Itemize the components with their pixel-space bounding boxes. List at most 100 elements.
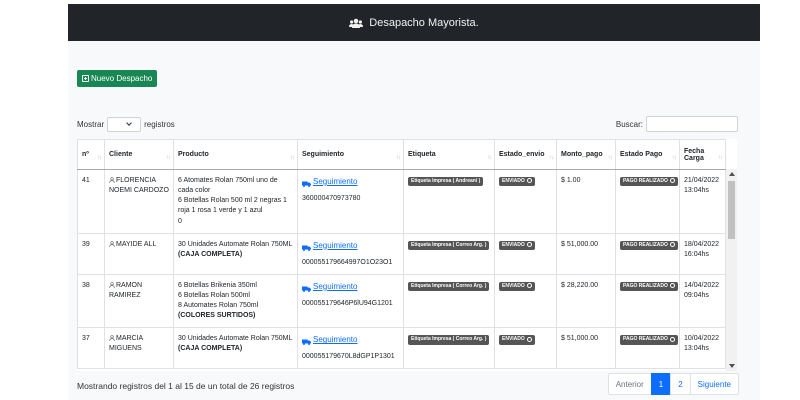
search-control: Buscar: (616, 116, 738, 132)
cell-pay-status: PAGO REALIZADO (615, 273, 680, 329)
new-dispatch-label: Nuevo Despacho (91, 74, 153, 83)
tracking-link[interactable]: Seguimiento (302, 176, 357, 188)
column-header[interactable]: Seguimiento ↑↓ (297, 139, 404, 170)
cell-date: 10/04/2022 13:04hs (679, 327, 726, 370)
cell-product: 6 Atomates Rolan 750ml uno de cada color… (173, 169, 298, 234)
client-name: FLORENCIA NOEMI CARDOZO (109, 177, 169, 195)
tracking-code: 000055179664997O1O23O1 (302, 258, 393, 266)
pay-status-badge: PAGO REALIZADO (620, 281, 679, 292)
pay-status-text: PAGO REALIZADO (623, 178, 668, 184)
time-value: 16:04hs (684, 250, 709, 258)
search-label: Buscar: (615, 119, 643, 129)
tracking-link-label: Seguimiento (313, 240, 358, 250)
label-badge: Etiqueta Impresa ( Correo Arg. ) (408, 281, 490, 292)
pay-status-text: PAGO REALIZADO (623, 241, 668, 248)
cell-date: 18/04/2022 16:04hs (679, 232, 726, 275)
table-header-row: nº ↑↓ Cliente ↑↓ Producto ↑↓ Seguimiento ↑↓ Etiq… (77, 139, 726, 170)
cell-label: Etiqueta Impresa ( Correo Arg. ) (403, 273, 495, 329)
cell-number: 38 (77, 273, 105, 329)
vertical-scrollbar[interactable] (726, 169, 737, 371)
pagination-previous[interactable]: Anterior (607, 373, 652, 395)
pagination-page-2[interactable]: 2 (670, 373, 691, 395)
table-row: 39 MAYIDE ALL 30 Unidades Automate Rolan 7… (77, 232, 726, 275)
column-header-label: Estado Pago (620, 151, 663, 158)
pagination-page-1[interactable]: 1 (650, 373, 672, 395)
column-header[interactable]: Estado Pago ↑↓ (615, 139, 680, 170)
cell-client: FLORENCIA NOEMI CARDOZO (104, 169, 174, 234)
column-header[interactable]: Fecha Carga ↑↓ (679, 139, 726, 170)
truck-icon (302, 337, 311, 346)
user-icon (109, 177, 115, 184)
new-dispatch-button[interactable]: Nuevo Despacho (77, 70, 158, 87)
product-line: 6 Botellas Rolan 500ml (178, 291, 250, 299)
ship-status-text: ENVIADO (502, 178, 525, 184)
column-header[interactable]: nº ↑↓ (77, 139, 105, 170)
time-value: 13:04hs (684, 345, 709, 353)
cell-ship-status: ENVIADO (494, 232, 557, 275)
sort-icon: ↑↓ (487, 155, 492, 161)
column-header-label: Monto_pago (561, 151, 603, 158)
pay-status-badge: PAGO REALIZADO (620, 335, 679, 345)
cell-pay-status: PAGO REALIZADO (615, 232, 680, 275)
cell-amount: $ 28,220.00 (556, 273, 616, 329)
tracking-link[interactable]: Seguimiento (302, 334, 357, 346)
date-value: 14/04/2022 (684, 281, 720, 289)
table-info: Mostrando registros del 1 al 15 de un to… (77, 381, 295, 391)
product-line: 0 (178, 217, 182, 225)
table-container[interactable]: nº ↑↓ Cliente ↑↓ Producto ↑↓ Seguimiento ↑↓ Etiq… (77, 139, 737, 371)
cell-ship-status: ENVIADO (494, 169, 557, 234)
cell-number: 39 (77, 232, 105, 275)
date-value: 10/04/2022 (684, 335, 720, 343)
cell-amount: $ 51,000.00 (556, 232, 616, 275)
pagination-next[interactable]: Siguiente (689, 373, 739, 395)
sort-icon: ↑↓ (718, 155, 723, 161)
search-input[interactable] (646, 116, 738, 132)
cell-client: RAMON RAMIREZ (104, 273, 174, 329)
product-note: (COLORES SURTIDOS) (178, 312, 256, 320)
column-header-label: Cliente (109, 151, 133, 158)
cell-tracking: Seguimiento 000055179670L8dGP1P1301 (297, 327, 404, 370)
pay-status-text: PAGO REALIZADO (623, 336, 668, 343)
cell-date: 21/04/2022 13:04hs (679, 169, 726, 234)
cell-pay-status: PAGO REALIZADO (615, 169, 680, 234)
column-header[interactable]: Estado_envio ↑↓ (494, 139, 557, 170)
cell-tracking: Seguimiento 000055179646P6lU94G1201 (297, 273, 404, 329)
tracking-link[interactable]: Seguimiento (302, 281, 357, 293)
check-circle-icon (670, 336, 676, 342)
check-circle-icon (527, 178, 533, 184)
check-circle-icon (527, 336, 533, 342)
cell-label: Etiqueta Impresa ( Correo Arg. ) (403, 327, 495, 370)
sort-icon: ↑↓ (290, 155, 295, 161)
sort-icon: ↑↓ (608, 155, 613, 161)
entries-select[interactable] (107, 117, 142, 132)
time-value: 13:04hs (684, 187, 709, 195)
client-name: MAYIDE ALL (116, 240, 157, 248)
scroll-up-arrow-icon[interactable] (729, 172, 735, 176)
cell-pay-status: PAGO REALIZADO (615, 327, 680, 370)
cell-number: 37 (77, 327, 105, 370)
sort-icon: ↑↓ (97, 155, 102, 161)
scroll-down-arrow-icon[interactable] (729, 364, 735, 368)
sort-icon: ↑↓ (672, 155, 677, 161)
product-note: (CAJA COMPLETA) (178, 345, 243, 353)
check-circle-icon (527, 241, 533, 247)
top-bar: Desapacho Mayorista. (68, 4, 760, 41)
date-value: 21/04/2022 (684, 177, 720, 184)
column-header-label: Seguimiento (302, 151, 345, 158)
sort-icon: ↑↓ (396, 155, 401, 161)
pagination: Anterior 1 2 Siguiente (607, 373, 739, 395)
scrollbar-thumb[interactable] (728, 181, 735, 239)
cell-amount: $ 51,000.00 (556, 327, 616, 370)
cell-client: MAYIDE ALL (104, 232, 174, 275)
column-header[interactable]: Producto ↑↓ (173, 139, 298, 170)
cell-date: 14/04/2022 09:04hs (679, 273, 726, 329)
column-header[interactable]: Monto_pago ↑↓ (556, 139, 616, 170)
tracking-link[interactable]: Seguimiento (302, 240, 357, 252)
pay-status-badge: PAGO REALIZADO (620, 177, 679, 187)
entries-length-control: Mostrar registros (77, 117, 175, 132)
product-line: 6 Botellas Brikenia 350ml (178, 281, 257, 289)
product-line: 30 Unidades Automate Rolan 750ML (178, 335, 293, 343)
column-header[interactable]: Cliente ↑↓ (104, 139, 174, 170)
ship-status-text: ENVIADO (502, 282, 525, 289)
column-header[interactable]: Etiqueta ↑↓ (403, 139, 495, 170)
